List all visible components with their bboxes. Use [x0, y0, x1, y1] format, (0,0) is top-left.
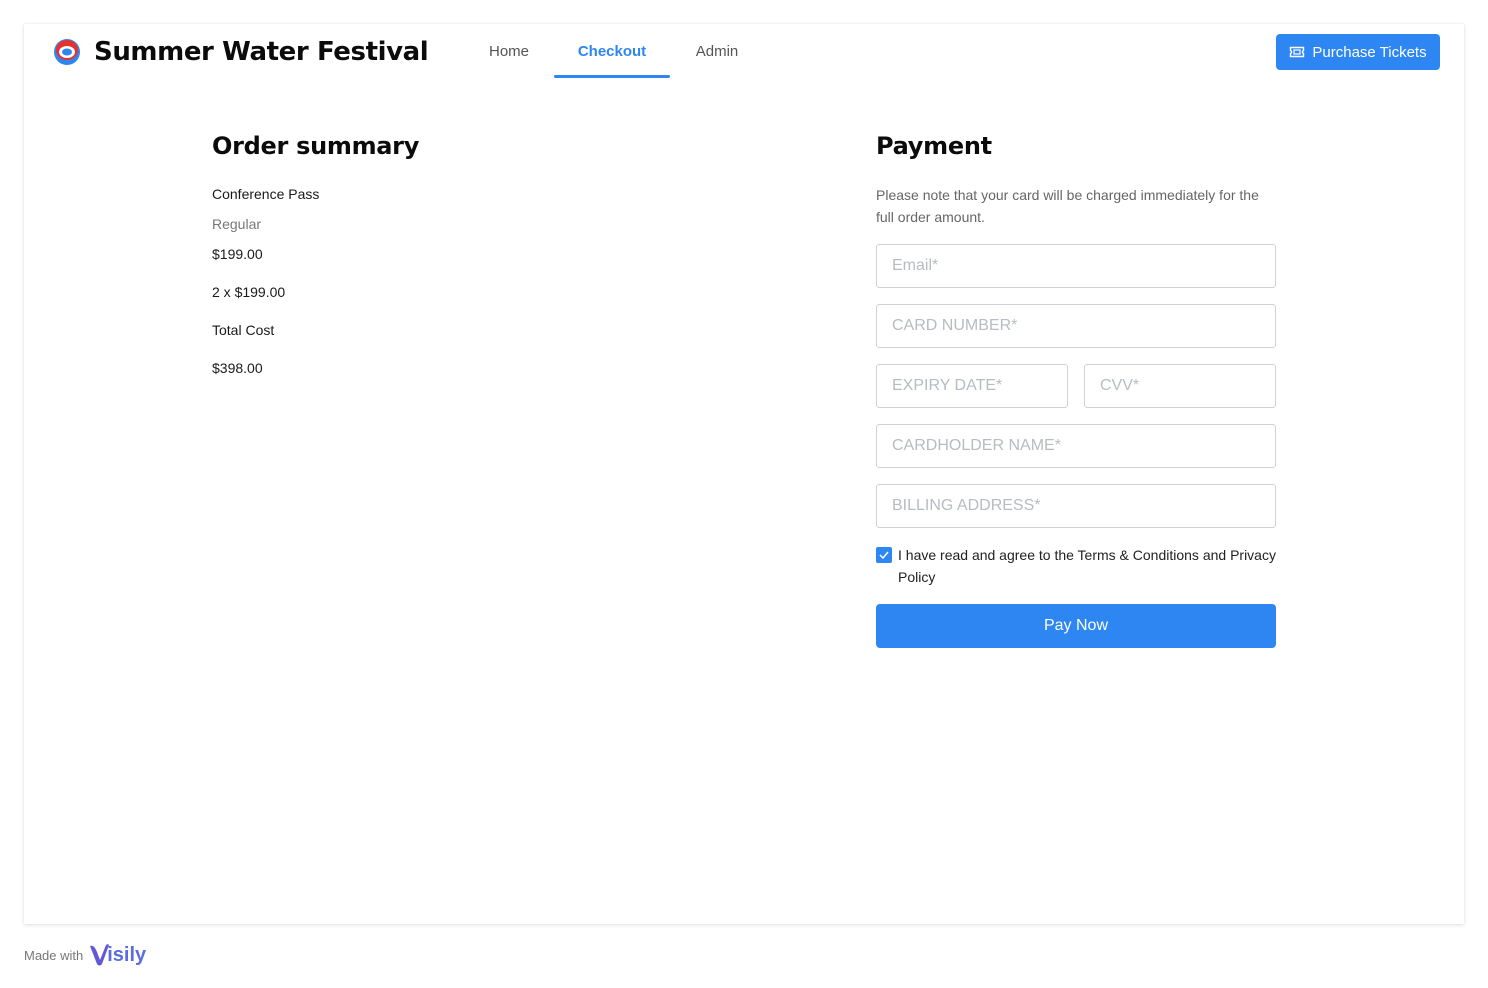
visily-logo: isily [88, 943, 146, 967]
pay-now-button[interactable]: Pay Now [876, 604, 1276, 648]
cardholder-name-field[interactable]: CARDHOLDER NAME* [876, 424, 1276, 468]
app-title: Summer Water Festival [94, 37, 429, 67]
main-nav: Home Checkout Admin [464, 24, 764, 78]
email-field[interactable]: Email* [876, 244, 1276, 288]
billing-address-field[interactable]: BILLING ADDRESS* [876, 484, 1276, 528]
order-summary: Order summary Conference Pass Regular $1… [212, 132, 420, 376]
nav-home[interactable]: Home [464, 24, 554, 78]
order-total-label: Total Cost [212, 322, 275, 338]
card-number-field[interactable]: CARD NUMBER* [876, 304, 1276, 348]
check-icon [879, 551, 889, 559]
order-item-price: $199.00 [212, 246, 263, 262]
payment-form: Payment Please note that your card will … [876, 132, 1276, 648]
made-with-footer[interactable]: Made with isily [24, 940, 146, 970]
order-item-type: Regular [212, 216, 262, 232]
order-quantity-line: 2 x $199.00 [212, 284, 286, 300]
expiry-date-field[interactable]: EXPIRY DATE* [876, 364, 1068, 408]
order-item-name: Conference Pass [212, 186, 320, 202]
festival-logo-icon [54, 39, 80, 65]
ticket-icon [1290, 46, 1305, 58]
purchase-tickets-label: Purchase Tickets [1312, 43, 1427, 61]
terms-checkbox[interactable] [876, 547, 892, 563]
terms-agreement: I have read and agree to the Terms & Con… [876, 544, 1276, 588]
visily-wordmark: isily [107, 943, 147, 966]
made-with-label: Made with [24, 947, 84, 963]
purchase-tickets-button[interactable]: Purchase Tickets [1276, 34, 1440, 70]
terms-text[interactable]: I have read and agree to the Terms & Con… [898, 544, 1276, 588]
brand[interactable]: Summer Water Festival [52, 36, 429, 68]
payment-note: Please note that your card will be charg… [876, 187, 1259, 225]
nav-admin[interactable]: Admin [670, 24, 764, 78]
order-summary-title: Order summary [212, 132, 420, 160]
payment-title: Payment [876, 132, 992, 160]
app-frame: Summer Water Festival Home Checkout Admi… [24, 24, 1464, 924]
nav-checkout[interactable]: Checkout [554, 24, 670, 78]
cvv-field[interactable]: CVV* [1084, 364, 1276, 408]
order-total-value: $398.00 [212, 360, 263, 376]
